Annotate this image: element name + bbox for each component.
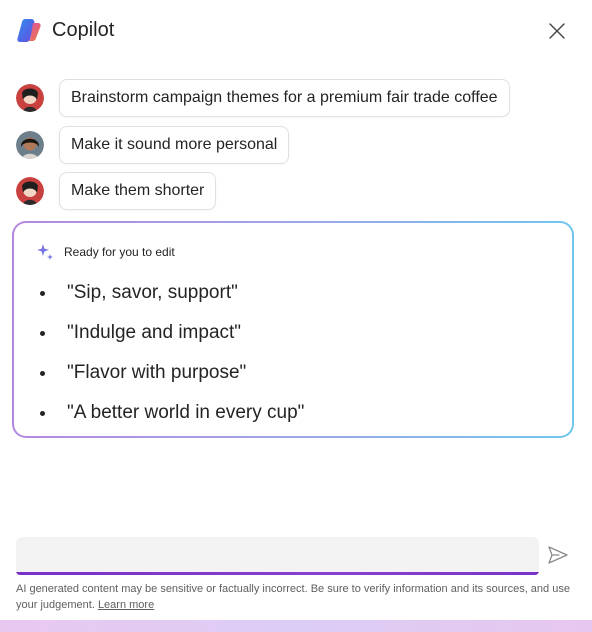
prompt-row: Brainstorm campaign themes for a premium… — [16, 79, 510, 117]
prompt-bubble[interactable]: Make it sound more personal — [59, 126, 290, 164]
ready-label: Ready for you to edit — [64, 245, 175, 259]
list-item[interactable]: "Flavor with purpose" — [14, 353, 304, 393]
user-avatar-1 — [16, 177, 44, 205]
input-focus-underline — [16, 572, 539, 575]
list-item[interactable]: "Sip, savor, support" — [14, 273, 304, 313]
prompt-bubble[interactable]: Make them shorter — [59, 172, 217, 210]
sparkle-icon — [37, 244, 53, 260]
disclaimer: AI generated content may be sensitive or… — [16, 581, 576, 613]
prompt-row: Make it sound more personal — [16, 126, 290, 164]
learn-more-link[interactable]: Learn more — [98, 599, 154, 611]
bullet — [40, 330, 45, 336]
list-item[interactable]: "Indulge and impact" — [14, 313, 304, 353]
close-icon[interactable] — [548, 22, 566, 40]
list-item[interactable]: "A better world in every cup" — [14, 393, 304, 433]
theme-text: "Indulge and impact" — [67, 322, 242, 343]
chat-input[interactable] — [16, 537, 539, 571]
ready-status: Ready for you to edit — [36, 243, 175, 261]
bullet — [40, 370, 45, 376]
theme-text: "Sip, savor, support" — [67, 282, 238, 303]
copilot-logo-icon — [17, 19, 41, 42]
theme-list: "Sip, savor, support" "Indulge and impac… — [14, 273, 304, 433]
chat-input-container — [16, 537, 539, 575]
send-icon[interactable] — [547, 545, 569, 565]
user-avatar-2 — [16, 131, 44, 159]
response-content: Ready for you to edit "Sip, savor, suppo… — [14, 223, 572, 436]
copilot-panel: Copilot Brainstorm campaign themes for a… — [0, 0, 592, 632]
prompt-bubble[interactable]: Brainstorm campaign themes for a premium… — [59, 79, 510, 117]
theme-text: "A better world in every cup" — [67, 402, 305, 423]
bottom-glow — [0, 620, 592, 632]
response-card: Ready for you to edit "Sip, savor, suppo… — [12, 221, 574, 438]
bullet — [40, 410, 45, 416]
bullet — [40, 290, 45, 296]
user-avatar-1 — [16, 84, 44, 112]
theme-text: "Flavor with purpose" — [67, 362, 247, 383]
app-title: Copilot — [52, 18, 115, 41]
prompt-row: Make them shorter — [16, 172, 217, 210]
header: Copilot — [16, 14, 576, 46]
